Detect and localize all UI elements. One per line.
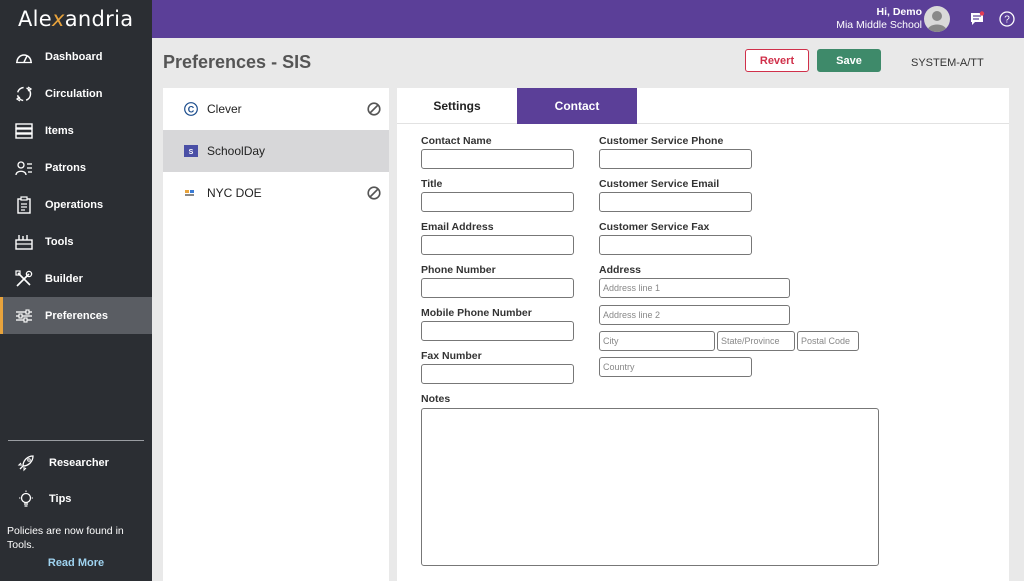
sidebar-item-operations[interactable]: Operations: [0, 186, 152, 223]
sidebar-divider: [8, 440, 144, 441]
researcher-link[interactable]: Researcher: [0, 448, 152, 478]
sidebar-item-patrons[interactable]: Patrons: [0, 149, 152, 186]
cs-email-input[interactable]: [599, 192, 752, 212]
source-item-nyc-doe[interactable]: NYC DOE: [163, 172, 389, 214]
user-greeting: Hi, Demo: [876, 6, 922, 18]
read-more-link[interactable]: Read More: [0, 557, 152, 569]
phone-label: Phone Number: [421, 264, 496, 276]
title-label: Title: [421, 178, 443, 190]
contact-name-label: Contact Name: [421, 135, 492, 147]
source-item-clever[interactable]: C Clever: [163, 88, 389, 130]
page-title: Preferences - SIS: [163, 52, 312, 72]
sidebar-item-preferences[interactable]: Preferences: [0, 297, 152, 334]
cs-phone-label: Customer Service Phone: [599, 135, 724, 147]
fax-input[interactable]: [421, 364, 574, 384]
notes-textarea[interactable]: [421, 408, 879, 566]
sidebar-item-circulation[interactable]: Circulation: [0, 75, 152, 112]
sidebar-item-builder[interactable]: Builder: [0, 260, 152, 297]
sidebar-nav: Dashboard Circulation Items Patrons Oper…: [0, 38, 152, 334]
tools-icon: [14, 269, 34, 289]
mobile-phone-label: Mobile Phone Number: [421, 307, 532, 319]
tab-settings[interactable]: Settings: [397, 88, 517, 124]
postal-code-input[interactable]: [797, 331, 859, 351]
address-label: Address: [599, 264, 642, 276]
source-item-schoolday[interactable]: S SchoolDay: [163, 130, 389, 172]
svg-text:C: C: [188, 104, 195, 114]
notes-label: Notes: [421, 393, 451, 405]
help-icon[interactable]: ?: [998, 10, 1016, 28]
lightbulb-icon: [16, 489, 36, 509]
sidebar-item-tools[interactable]: Tools: [0, 223, 152, 260]
site-code: SYSTEM-A/TT: [911, 57, 984, 69]
toolbox-icon: [14, 232, 34, 252]
email-label: Email Address: [421, 221, 494, 233]
cs-phone-input[interactable]: [599, 149, 752, 169]
clever-logo-icon: C: [184, 102, 198, 116]
revert-button[interactable]: Revert: [745, 49, 809, 72]
top-bar: Hi, Demo Mia Middle School ?: [152, 0, 1024, 38]
city-input[interactable]: [599, 331, 715, 351]
policy-note: Policies are now found in Tools.: [7, 525, 124, 551]
app-logo[interactable]: Ale x andria: [0, 0, 152, 38]
cs-fax-label: Customer Service Fax: [599, 221, 710, 233]
contact-panel: Settings Contact Contact Name Title Emai…: [397, 88, 1009, 581]
avatar[interactable]: [924, 6, 950, 32]
schoolday-logo-icon: S: [184, 144, 198, 158]
title-input[interactable]: [421, 192, 574, 212]
nyc-doe-logo-icon: [184, 186, 198, 200]
fax-label: Fax Number: [421, 350, 482, 362]
contact-name-input[interactable]: [421, 149, 574, 169]
country-input[interactable]: [599, 357, 752, 377]
save-button[interactable]: Save: [817, 49, 881, 72]
stack-icon: [14, 121, 34, 141]
mobile-phone-input[interactable]: [421, 321, 574, 341]
state-input[interactable]: [717, 331, 795, 351]
sidebar-item-dashboard[interactable]: Dashboard: [0, 38, 152, 75]
sidebar-item-items[interactable]: Items: [0, 112, 152, 149]
sliders-icon: [14, 306, 34, 326]
users-icon: [14, 158, 34, 178]
disabled-icon: [367, 102, 381, 116]
email-input[interactable]: [421, 235, 574, 255]
sidebar: Ale x andria Dashboard Circulation Items P…: [0, 0, 152, 581]
cs-email-label: Customer Service Email: [599, 178, 720, 190]
circulation-icon: [14, 84, 34, 104]
user-school: Mia Middle School: [836, 19, 922, 31]
rocket-icon: [16, 453, 36, 473]
cs-fax-input[interactable]: [599, 235, 752, 255]
disabled-icon: [367, 186, 381, 200]
svg-text:?: ?: [1004, 15, 1010, 26]
address-line2-input[interactable]: [599, 305, 790, 325]
phone-input[interactable]: [421, 278, 574, 298]
clipboard-icon: [14, 195, 34, 215]
user-info[interactable]: Hi, Demo Mia Middle School: [836, 6, 922, 32]
tab-bar: Settings Contact: [397, 88, 1009, 124]
tab-contact[interactable]: Contact: [517, 88, 637, 124]
svg-text:S: S: [189, 149, 194, 156]
address-line1-input[interactable]: [599, 278, 790, 298]
messages-icon[interactable]: [968, 10, 986, 28]
tips-link[interactable]: Tips: [0, 484, 152, 514]
sis-source-list: C Clever S SchoolDay NYC DOE: [163, 88, 389, 581]
gauge-icon: [14, 47, 34, 67]
